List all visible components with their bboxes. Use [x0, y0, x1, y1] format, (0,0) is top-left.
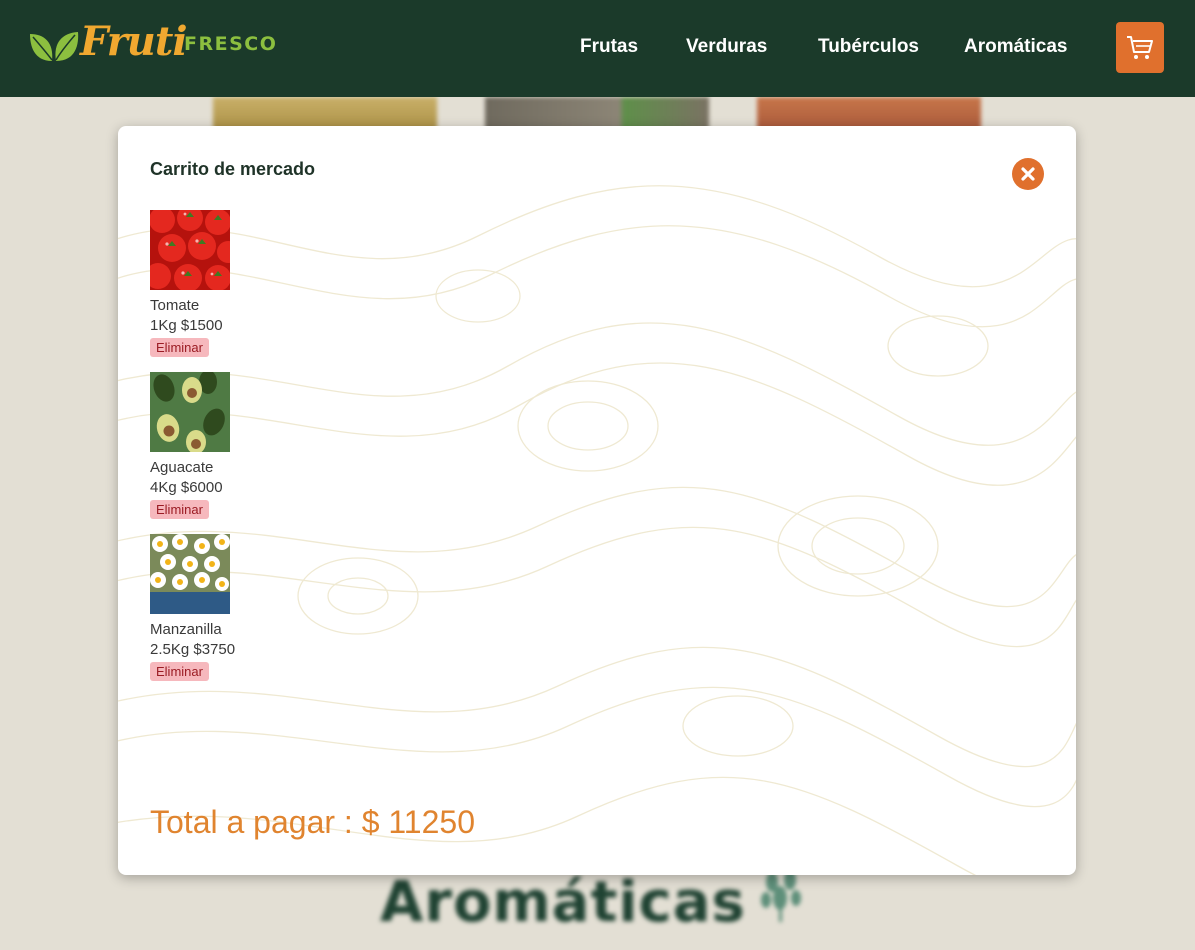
cart-item-list: Tomate 1Kg $1500 Eliminar Aguacate 4Kg $…: [150, 210, 235, 696]
item-name: Tomate: [150, 297, 200, 314]
item-quantity-price: 1Kg $1500: [150, 317, 223, 334]
cart-button[interactable]: [1116, 22, 1164, 73]
cart-item: Manzanilla 2.5Kg $3750 Eliminar: [150, 534, 235, 696]
item-name: Manzanilla: [150, 621, 222, 638]
cart-modal: Carrito de mercado Tomate 1Kg $1500 Elim…: [118, 126, 1076, 875]
remove-button[interactable]: Eliminar: [150, 662, 209, 681]
item-name: Aguacate: [150, 459, 214, 476]
close-icon: [1021, 167, 1035, 181]
nav-link-tuberculos[interactable]: Tubérculos: [818, 36, 919, 58]
bg-herb-icon: [761, 870, 801, 922]
cart-title: Carrito de mercado: [150, 159, 316, 179]
close-button[interactable]: [1012, 158, 1044, 190]
item-quantity-price: 4Kg $6000: [150, 479, 223, 496]
remove-button[interactable]: Eliminar: [150, 500, 209, 519]
remove-button[interactable]: Eliminar: [150, 338, 209, 357]
cart-item: Tomate 1Kg $1500 Eliminar: [150, 210, 235, 372]
cart-item: Aguacate 4Kg $6000 Eliminar: [150, 372, 235, 534]
nav-link-frutas[interactable]: Frutas: [580, 36, 638, 58]
shopping-cart-icon: [1127, 35, 1153, 59]
main-nav: Frutas Verduras Tubérculos Aromáticas: [0, 36, 1195, 64]
topographic-pattern: [118, 185, 1076, 875]
nav-link-verduras[interactable]: Verduras: [686, 36, 767, 58]
cart-total: Total a pagar : $ 11250: [150, 804, 475, 840]
bg-section-heading: Aromáticas: [380, 870, 746, 935]
nav-link-aromaticas[interactable]: Aromáticas: [964, 36, 1068, 58]
avocado-image: [150, 372, 230, 452]
item-quantity-price: 2.5Kg $3750: [150, 641, 236, 658]
chamomile-image: [150, 534, 230, 614]
site-header: Fruti FRESCO Frutas Verduras Tubérculos …: [0, 0, 1195, 97]
tomato-image: [150, 210, 230, 290]
